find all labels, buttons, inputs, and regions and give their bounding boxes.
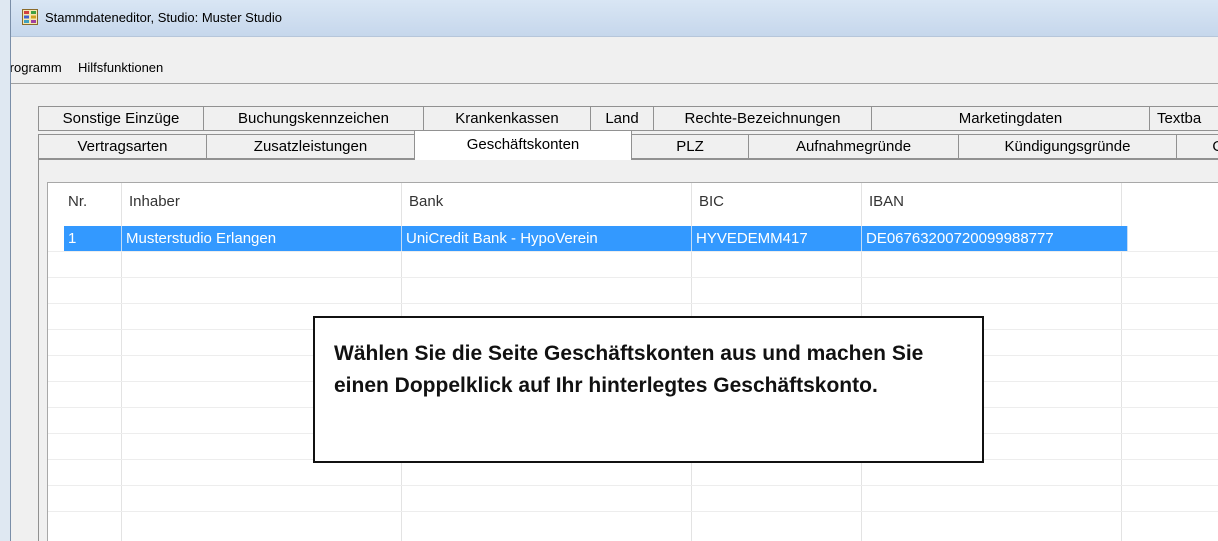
- row-divider: [48, 511, 1218, 512]
- tab-geschaeftskonten[interactable]: Geschäftskonten: [414, 130, 632, 160]
- tab-krankenkassen[interactable]: Krankenkassen: [423, 106, 591, 131]
- tab-kuendigungsgruende[interactable]: Kündigungsgründe: [958, 134, 1177, 159]
- column-header-bic[interactable]: BIC: [699, 193, 724, 210]
- tab-marketingdaten[interactable]: Marketingdaten: [871, 106, 1150, 131]
- table-row-selected[interactable]: 1 Musterstudio Erlangen UniCredit Bank -…: [64, 226, 1128, 251]
- cell-bic: HYVEDEMM417: [692, 226, 862, 251]
- row-divider: [48, 303, 1218, 304]
- tab-textbausteine[interactable]: Textba: [1149, 106, 1218, 131]
- column-header-iban[interactable]: IBAN: [869, 193, 904, 210]
- row-divider: [48, 485, 1218, 486]
- tab-aufnahmegruende[interactable]: Aufnahmegründe: [748, 134, 959, 159]
- column-header-bank[interactable]: Bank: [409, 193, 443, 210]
- instruction-text: Wählen Sie die Seite Geschäftskonten aus…: [334, 342, 924, 397]
- row-divider: [48, 277, 1218, 278]
- column-header-inhaber[interactable]: Inhaber: [129, 193, 180, 210]
- cell-bank: UniCredit Bank - HypoVerein: [402, 226, 692, 251]
- instruction-callout: Wählen Sie die Seite Geschäftskonten aus…: [313, 316, 984, 463]
- tab-vertragsarten[interactable]: Vertragsarten: [38, 134, 207, 159]
- tab-buchungskennzeichen[interactable]: Buchungskennzeichen: [203, 106, 424, 131]
- cell-nr: 1: [64, 226, 122, 251]
- row-divider: [48, 251, 1218, 252]
- cell-iban: DE06763200720099988777: [862, 226, 1128, 251]
- cell-inhaber: Musterstudio Erlangen: [122, 226, 402, 251]
- tab-overflow[interactable]: O: [1176, 134, 1218, 159]
- tab-zusatzleistungen[interactable]: Zusatzleistungen: [206, 134, 415, 159]
- tab-plz[interactable]: PLZ: [631, 134, 749, 159]
- tab-sonstige-einzuege[interactable]: Sonstige Einzüge: [38, 106, 204, 131]
- column-header-nr[interactable]: Nr.: [68, 193, 87, 210]
- tab-land[interactable]: Land: [590, 106, 654, 131]
- tab-rechte-bezeichnungen[interactable]: Rechte-Bezeichnungen: [653, 106, 872, 131]
